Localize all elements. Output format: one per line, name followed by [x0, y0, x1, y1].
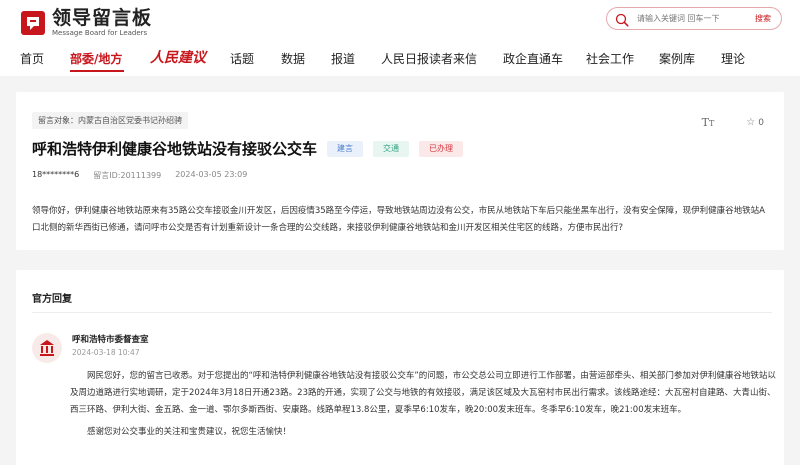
- message-body: 领导你好，伊利健康谷地铁站原来有35路公交车接驳金川开发区，后因疫情35路至今停…: [32, 206, 765, 233]
- nav-home[interactable]: 首页: [20, 50, 44, 67]
- search-input[interactable]: [637, 14, 747, 23]
- message-id: 留言ID:20111399: [93, 171, 162, 180]
- site-logo[interactable]: 领导留言板 Message Board for Leaders: [20, 8, 152, 38]
- nav-ministries-local[interactable]: 部委/地方: [70, 50, 122, 67]
- star-icon[interactable]: ☆: [746, 117, 755, 128]
- reply-text: 网民您好，您的留言已收悉。对于您提出的“呼和浩特伊利健康谷地铁站没有接驳公交车”…: [70, 371, 776, 415]
- message-user: 18********6: [32, 170, 80, 179]
- nav-gov-enterprise[interactable]: 政企直通车: [503, 50, 563, 67]
- reply-divider: [32, 312, 772, 313]
- reply-card: 官方回复 呼和浩特市委督查室 2024-03-18 10:47 网民您好，您的留…: [16, 270, 784, 465]
- org-emblem-icon: [32, 333, 62, 363]
- reply-time: 2024-03-18 10:47: [72, 348, 140, 357]
- nav-reports[interactable]: 报道: [331, 50, 355, 67]
- nav-readers-letters[interactable]: 人民日报读者来信: [381, 50, 477, 67]
- nav-data[interactable]: 数据: [281, 50, 305, 67]
- nav-theory[interactable]: 理论: [721, 50, 745, 67]
- search-box: 搜索: [606, 7, 782, 30]
- message-title-row: 呼和浩特伊利健康谷地铁站没有接驳公交车 建言 交通 已办理: [32, 138, 464, 159]
- reply-heading: 官方回复: [32, 294, 72, 305]
- message-meta: 18********6 留言ID:20111399 2024-03-05 23:…: [32, 170, 247, 181]
- tag-suggestion[interactable]: 建言: [327, 140, 364, 157]
- reply-org-name: 呼和浩特市委督查室: [72, 335, 149, 345]
- logo-title: 领导留言板: [52, 7, 153, 29]
- search-button[interactable]: 搜索: [755, 13, 771, 24]
- nav-people-suggestion[interactable]: 人民建议: [150, 47, 206, 67]
- message-title: 呼和浩特伊利健康谷地铁站没有接驳公交车: [32, 140, 318, 158]
- search-icon: [615, 12, 629, 27]
- message-card: 留言对象：内蒙古自治区党委书记孙绍骋 TT ☆ 0 呼和浩特伊利健康谷地铁站没有…: [16, 92, 784, 250]
- nav-topics[interactable]: 话题: [230, 50, 254, 67]
- tag-traffic[interactable]: 交通: [373, 140, 410, 157]
- favorite-count: 0: [758, 117, 764, 128]
- nav-social-work[interactable]: 社会工作: [586, 50, 634, 67]
- nav-active-underline: [70, 70, 124, 72]
- top-header: 领导留言板 Message Board for Leaders 搜索 首页 部委…: [0, 0, 800, 76]
- message-target: 留言对象：内蒙古自治区党委书记孙绍骋: [32, 112, 188, 129]
- logo-subtitle: Message Board for Leaders: [52, 29, 148, 37]
- reply-body: 网民您好，您的留言已收悉。对于您提出的“呼和浩特伊利健康谷地铁站没有接驳公交车”…: [70, 368, 782, 441]
- message-tools: TT ☆ 0: [702, 116, 764, 129]
- logo-mark-icon: [20, 10, 46, 36]
- status-badge: 已办理: [419, 140, 464, 157]
- reply-thanks: 感谢您对公交事业的关注和宝贵建议，祝您生活愉快！: [87, 427, 292, 437]
- nav-case-library[interactable]: 案例库: [659, 50, 695, 67]
- main-nav: 首页 部委/地方 人民建议 话题 数据 报道 人民日报读者来信 政企直通车 社会…: [0, 44, 800, 76]
- font-size-icon[interactable]: TT: [702, 116, 715, 129]
- message-time: 2024-03-05 23:09: [175, 170, 248, 179]
